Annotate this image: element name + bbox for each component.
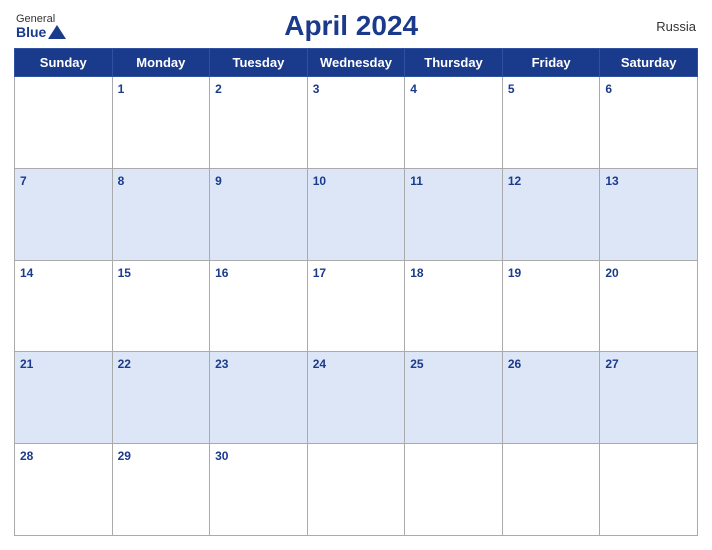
day-number: 10 <box>313 174 326 188</box>
calendar-day-cell: 29 <box>112 444 210 536</box>
day-number: 16 <box>215 266 228 280</box>
logo: General Blue <box>16 14 66 39</box>
calendar-day-cell: 4 <box>405 77 503 169</box>
country-label: Russia <box>636 19 696 34</box>
calendar-day-cell: 11 <box>405 168 503 260</box>
calendar-week-row: 14 15 16 17 18 19 20 <box>15 260 698 352</box>
calendar-title: April 2024 <box>66 10 636 42</box>
calendar-day-cell: 10 <box>307 168 405 260</box>
day-number: 18 <box>410 266 423 280</box>
page-header: General Blue April 2024 Russia <box>14 10 698 42</box>
calendar-day-cell: 2 <box>210 77 308 169</box>
calendar-day-cell: 18 <box>405 260 503 352</box>
calendar-day-cell: 23 <box>210 352 308 444</box>
calendar-day-cell: 28 <box>15 444 113 536</box>
calendar-day-cell: 9 <box>210 168 308 260</box>
calendar-day-cell <box>502 444 600 536</box>
header-sunday: Sunday <box>15 49 113 77</box>
header-saturday: Saturday <box>600 49 698 77</box>
logo-general-text: General <box>16 14 55 25</box>
calendar-day-cell <box>600 444 698 536</box>
day-number: 30 <box>215 449 228 463</box>
day-number: 14 <box>20 266 33 280</box>
day-number: 13 <box>605 174 618 188</box>
header-monday: Monday <box>112 49 210 77</box>
day-number: 22 <box>118 357 131 371</box>
calendar-day-cell: 7 <box>15 168 113 260</box>
day-number: 29 <box>118 449 131 463</box>
day-number: 7 <box>20 174 27 188</box>
day-number: 8 <box>118 174 125 188</box>
calendar-day-cell: 24 <box>307 352 405 444</box>
day-number: 2 <box>215 82 222 96</box>
calendar-day-cell: 13 <box>600 168 698 260</box>
day-number: 11 <box>410 174 423 188</box>
day-number: 12 <box>508 174 521 188</box>
calendar-week-row: 1 2 3 4 5 6 <box>15 77 698 169</box>
day-number: 5 <box>508 82 515 96</box>
calendar-day-cell: 30 <box>210 444 308 536</box>
calendar-day-cell: 25 <box>405 352 503 444</box>
day-number: 1 <box>118 82 125 96</box>
calendar-day-cell: 15 <box>112 260 210 352</box>
calendar-day-cell <box>307 444 405 536</box>
calendar-day-cell: 22 <box>112 352 210 444</box>
calendar-day-cell: 16 <box>210 260 308 352</box>
day-number: 28 <box>20 449 33 463</box>
day-number: 4 <box>410 82 417 96</box>
calendar-day-cell <box>405 444 503 536</box>
day-number: 25 <box>410 357 423 371</box>
calendar-day-cell: 17 <box>307 260 405 352</box>
logo-triangle-icon <box>48 25 66 39</box>
calendar-day-cell: 12 <box>502 168 600 260</box>
day-number: 20 <box>605 266 618 280</box>
calendar-day-cell: 20 <box>600 260 698 352</box>
calendar-day-cell: 1 <box>112 77 210 169</box>
calendar-day-cell <box>15 77 113 169</box>
day-number: 26 <box>508 357 521 371</box>
calendar-day-cell: 3 <box>307 77 405 169</box>
header-thursday: Thursday <box>405 49 503 77</box>
calendar-day-cell: 27 <box>600 352 698 444</box>
day-number: 27 <box>605 357 618 371</box>
calendar-week-row: 21 22 23 24 25 26 27 <box>15 352 698 444</box>
day-number: 17 <box>313 266 326 280</box>
logo-blue-text: Blue <box>16 25 46 39</box>
day-number: 24 <box>313 357 326 371</box>
day-number: 6 <box>605 82 612 96</box>
calendar-day-cell: 6 <box>600 77 698 169</box>
weekday-header-row: Sunday Monday Tuesday Wednesday Thursday… <box>15 49 698 77</box>
day-number: 19 <box>508 266 521 280</box>
calendar-day-cell: 26 <box>502 352 600 444</box>
calendar-day-cell: 5 <box>502 77 600 169</box>
header-tuesday: Tuesday <box>210 49 308 77</box>
calendar-day-cell: 14 <box>15 260 113 352</box>
calendar-day-cell: 8 <box>112 168 210 260</box>
day-number: 9 <box>215 174 222 188</box>
calendar-week-row: 28 29 30 <box>15 444 698 536</box>
calendar-table: Sunday Monday Tuesday Wednesday Thursday… <box>14 48 698 536</box>
day-number: 3 <box>313 82 320 96</box>
day-number: 15 <box>118 266 131 280</box>
calendar-day-cell: 19 <box>502 260 600 352</box>
day-number: 21 <box>20 357 33 371</box>
calendar-week-row: 7 8 9 10 11 12 13 <box>15 168 698 260</box>
day-number: 23 <box>215 357 228 371</box>
header-friday: Friday <box>502 49 600 77</box>
calendar-day-cell: 21 <box>15 352 113 444</box>
header-wednesday: Wednesday <box>307 49 405 77</box>
